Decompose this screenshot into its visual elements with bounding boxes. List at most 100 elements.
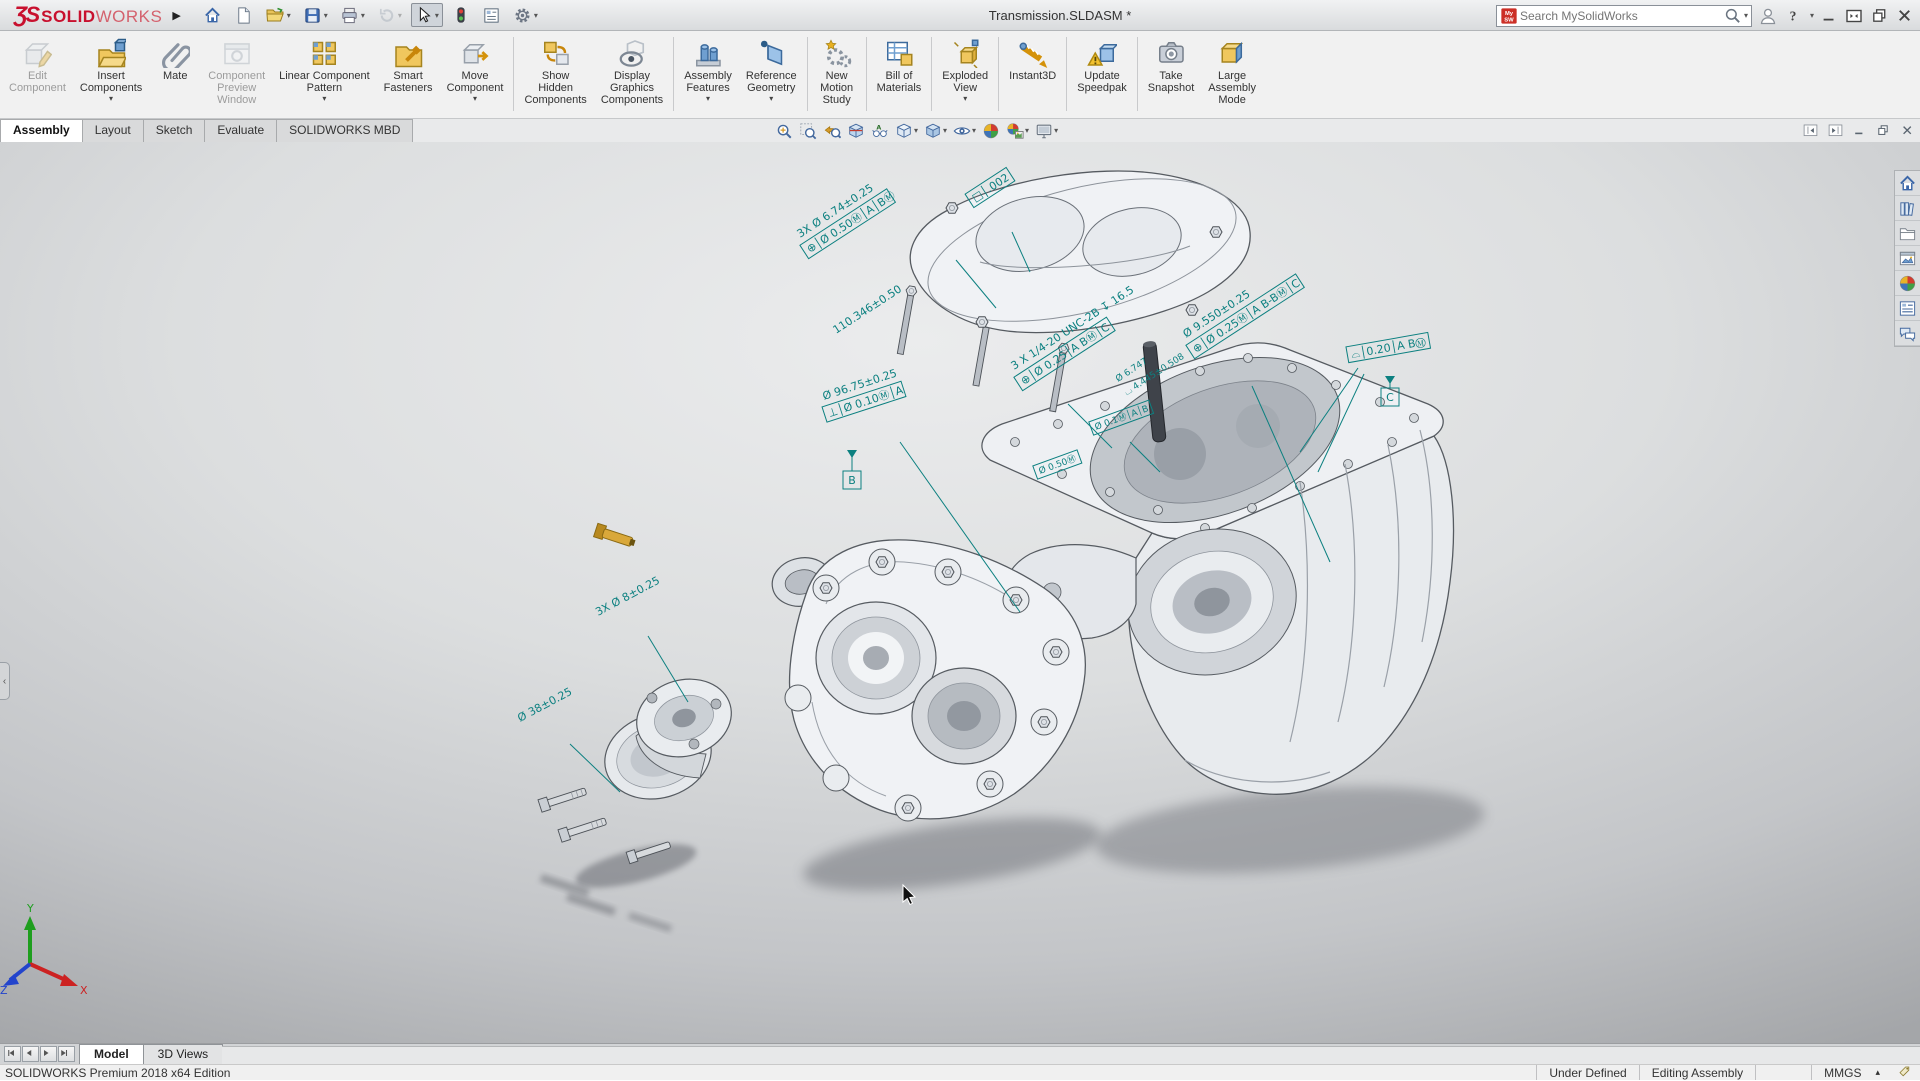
- search-box[interactable]: MySW ▾: [1496, 5, 1752, 27]
- open-button[interactable]: ▾: [262, 3, 294, 27]
- tab-layout[interactable]: Layout: [82, 119, 144, 142]
- featuremanager-collapse-icon[interactable]: ‹: [0, 662, 10, 700]
- fullscreen-icon[interactable]: [1844, 6, 1864, 26]
- undo-button[interactable]: ▾: [374, 4, 405, 27]
- dropdown-caret-icon[interactable]: ▾: [963, 94, 967, 103]
- last-sheet-button[interactable]: [58, 1046, 75, 1062]
- insert-components-icon: [96, 37, 126, 69]
- viewport-canvas[interactable]: 3X Ø 6.74±0.25⊕│Ø 0.50Ⓜ│A│BⓂ□│.002110.34…: [0, 142, 1920, 1043]
- taskpane-appearances-button[interactable]: [1895, 271, 1920, 296]
- instant3d-button[interactable]: Instant3D: [1002, 35, 1063, 84]
- edit-appearance-button[interactable]: [982, 122, 1000, 140]
- status-tag-icon[interactable]: [1892, 1065, 1920, 1080]
- smart-fasteners-button[interactable]: Smart Fasteners: [377, 35, 440, 96]
- tab-solidworks-mbd[interactable]: SOLIDWORKS MBD: [276, 119, 413, 142]
- view-orientation-button[interactable]: ▾: [895, 122, 918, 140]
- pane-previous-button[interactable]: [1802, 122, 1819, 139]
- display-style-button[interactable]: ▾: [924, 122, 947, 140]
- assembly-features-button[interactable]: Assembly Features▾: [677, 35, 739, 105]
- dropdown-caret-icon[interactable]: ▾: [1025, 126, 1029, 135]
- dropdown-caret-icon[interactable]: ▾: [109, 94, 113, 103]
- insert-components-button[interactable]: Insert Components▾: [73, 35, 149, 105]
- reference-geometry-button[interactable]: Reference Geometry▾: [739, 35, 804, 105]
- previous-view-button[interactable]: [823, 122, 841, 140]
- large-assembly-mode-button[interactable]: Large Assembly Mode: [1201, 35, 1263, 108]
- doc-close-button[interactable]: [1900, 123, 1916, 139]
- dropdown-caret-icon[interactable]: ▾: [322, 94, 326, 103]
- taskpane-file-explorer-button[interactable]: [1895, 221, 1920, 246]
- dropdown-caret-icon[interactable]: ▾: [943, 126, 947, 135]
- dropdown-caret-icon[interactable]: ▾: [972, 126, 976, 135]
- new-motion-study-button[interactable]: New Motion Study: [811, 35, 863, 108]
- dropdown-caret-icon[interactable]: ▾: [769, 94, 773, 103]
- user-account-icon[interactable]: [1758, 6, 1778, 26]
- dropdown-caret-icon[interactable]: ▾: [914, 126, 918, 135]
- new-document-button[interactable]: [231, 4, 256, 27]
- move-component-button[interactable]: Move Component▾: [440, 35, 511, 105]
- edit-component-button[interactable]: Edit Component: [2, 35, 73, 96]
- exploded-view-button[interactable]: Exploded View▾: [935, 35, 995, 105]
- menu-flyout-arrow-icon[interactable]: ▶: [172, 9, 180, 22]
- view-settings-button[interactable]: ▾: [1035, 122, 1058, 140]
- dropdown-caret-icon[interactable]: ▾: [534, 11, 538, 20]
- mate-button[interactable]: Mate: [149, 35, 201, 84]
- next-sheet-button[interactable]: [40, 1046, 57, 1062]
- save-button[interactable]: ▾: [300, 4, 331, 27]
- take-snapshot-button[interactable]: Take Snapshot: [1141, 35, 1201, 96]
- display-graphics-components-button[interactable]: Display Graphics Components: [594, 35, 670, 108]
- status-segment-3[interactable]: MMGS ▴: [1811, 1065, 1892, 1080]
- dropdown-caret-icon[interactable]: ▾: [287, 11, 291, 20]
- display-style-icon: [924, 122, 942, 140]
- dropdown-caret-icon[interactable]: ▾: [398, 11, 402, 20]
- previous-sheet-button[interactable]: [22, 1046, 39, 1062]
- apply-scene-button[interactable]: ▾: [1006, 122, 1029, 140]
- doc-restore-button[interactable]: [1876, 123, 1892, 139]
- dropdown-caret-icon[interactable]: ▾: [435, 11, 439, 20]
- home-button[interactable]: [200, 4, 225, 27]
- hide-show-items-button[interactable]: ▾: [953, 122, 976, 140]
- tab-assembly[interactable]: Assembly: [0, 119, 83, 142]
- dropdown-caret-icon[interactable]: ▾: [361, 11, 365, 20]
- sheet-tab-model[interactable]: Model: [79, 1044, 144, 1064]
- dropdown-caret-icon[interactable]: ▾: [706, 94, 710, 103]
- options-button[interactable]: ▾: [510, 4, 541, 27]
- close-icon[interactable]: [1895, 6, 1914, 25]
- solidworks-logo: ƷS SOLIDWORKS: [0, 2, 168, 28]
- dropdown-caret-icon[interactable]: ▾: [473, 94, 477, 103]
- help-caret-icon[interactable]: ▾: [1810, 11, 1814, 20]
- taskpane-design-library-button[interactable]: [1895, 196, 1920, 221]
- bill-of-materials-button[interactable]: Bill of Materials: [870, 35, 929, 96]
- component-preview-window-button[interactable]: Component Preview Window: [201, 35, 272, 108]
- print-button[interactable]: ▾: [337, 4, 368, 27]
- taskpane-home-button[interactable]: [1895, 171, 1920, 196]
- tab-sketch[interactable]: Sketch: [143, 119, 206, 142]
- search-input[interactable]: [1518, 8, 1723, 24]
- search-dropdown-caret-icon[interactable]: ▾: [1744, 11, 1748, 20]
- taskpane-forum-button[interactable]: [1895, 321, 1920, 346]
- sheet-tab-3d-views[interactable]: 3D Views: [143, 1044, 223, 1064]
- minimize-icon[interactable]: [1820, 7, 1838, 25]
- doc-minimize-button[interactable]: [1852, 123, 1868, 139]
- file-properties-button[interactable]: [479, 4, 504, 27]
- restore-icon[interactable]: [1870, 6, 1889, 25]
- graphics-area[interactable]: 3X Ø 6.74±0.25⊕│Ø 0.50Ⓜ│A│BⓂ□│.002110.34…: [0, 142, 1920, 1043]
- dropdown-caret-icon[interactable]: ▾: [324, 11, 328, 20]
- zoom-to-area-button[interactable]: [799, 122, 817, 140]
- zoom-to-fit-button[interactable]: [775, 122, 793, 140]
- dropdown-caret-icon[interactable]: ▾: [1054, 126, 1058, 135]
- tab-evaluate[interactable]: Evaluate: [204, 119, 277, 142]
- update-speedpak-button[interactable]: Update Speedpak: [1070, 35, 1134, 96]
- search-icon[interactable]: [1723, 6, 1742, 25]
- quick-access-toolbar: ▾ ▾ ▾ ▾ ▾ ▾: [197, 3, 544, 27]
- taskpane-view-palette-button[interactable]: [1895, 246, 1920, 271]
- select-button[interactable]: ▾: [411, 3, 443, 27]
- section-view-button[interactable]: [847, 122, 865, 140]
- show-hidden-components-button[interactable]: Show Hidden Components: [517, 35, 593, 108]
- taskpane-custom-properties-button[interactable]: [1895, 296, 1920, 321]
- first-sheet-button[interactable]: [4, 1046, 21, 1062]
- linear-component-pattern-button[interactable]: Linear Component Pattern▾: [272, 35, 377, 105]
- help-icon[interactable]: ?: [1784, 7, 1802, 25]
- pane-next-button[interactable]: [1827, 122, 1844, 139]
- annotation-views-button[interactable]: A: [871, 122, 889, 140]
- rebuild-button[interactable]: [449, 4, 473, 26]
